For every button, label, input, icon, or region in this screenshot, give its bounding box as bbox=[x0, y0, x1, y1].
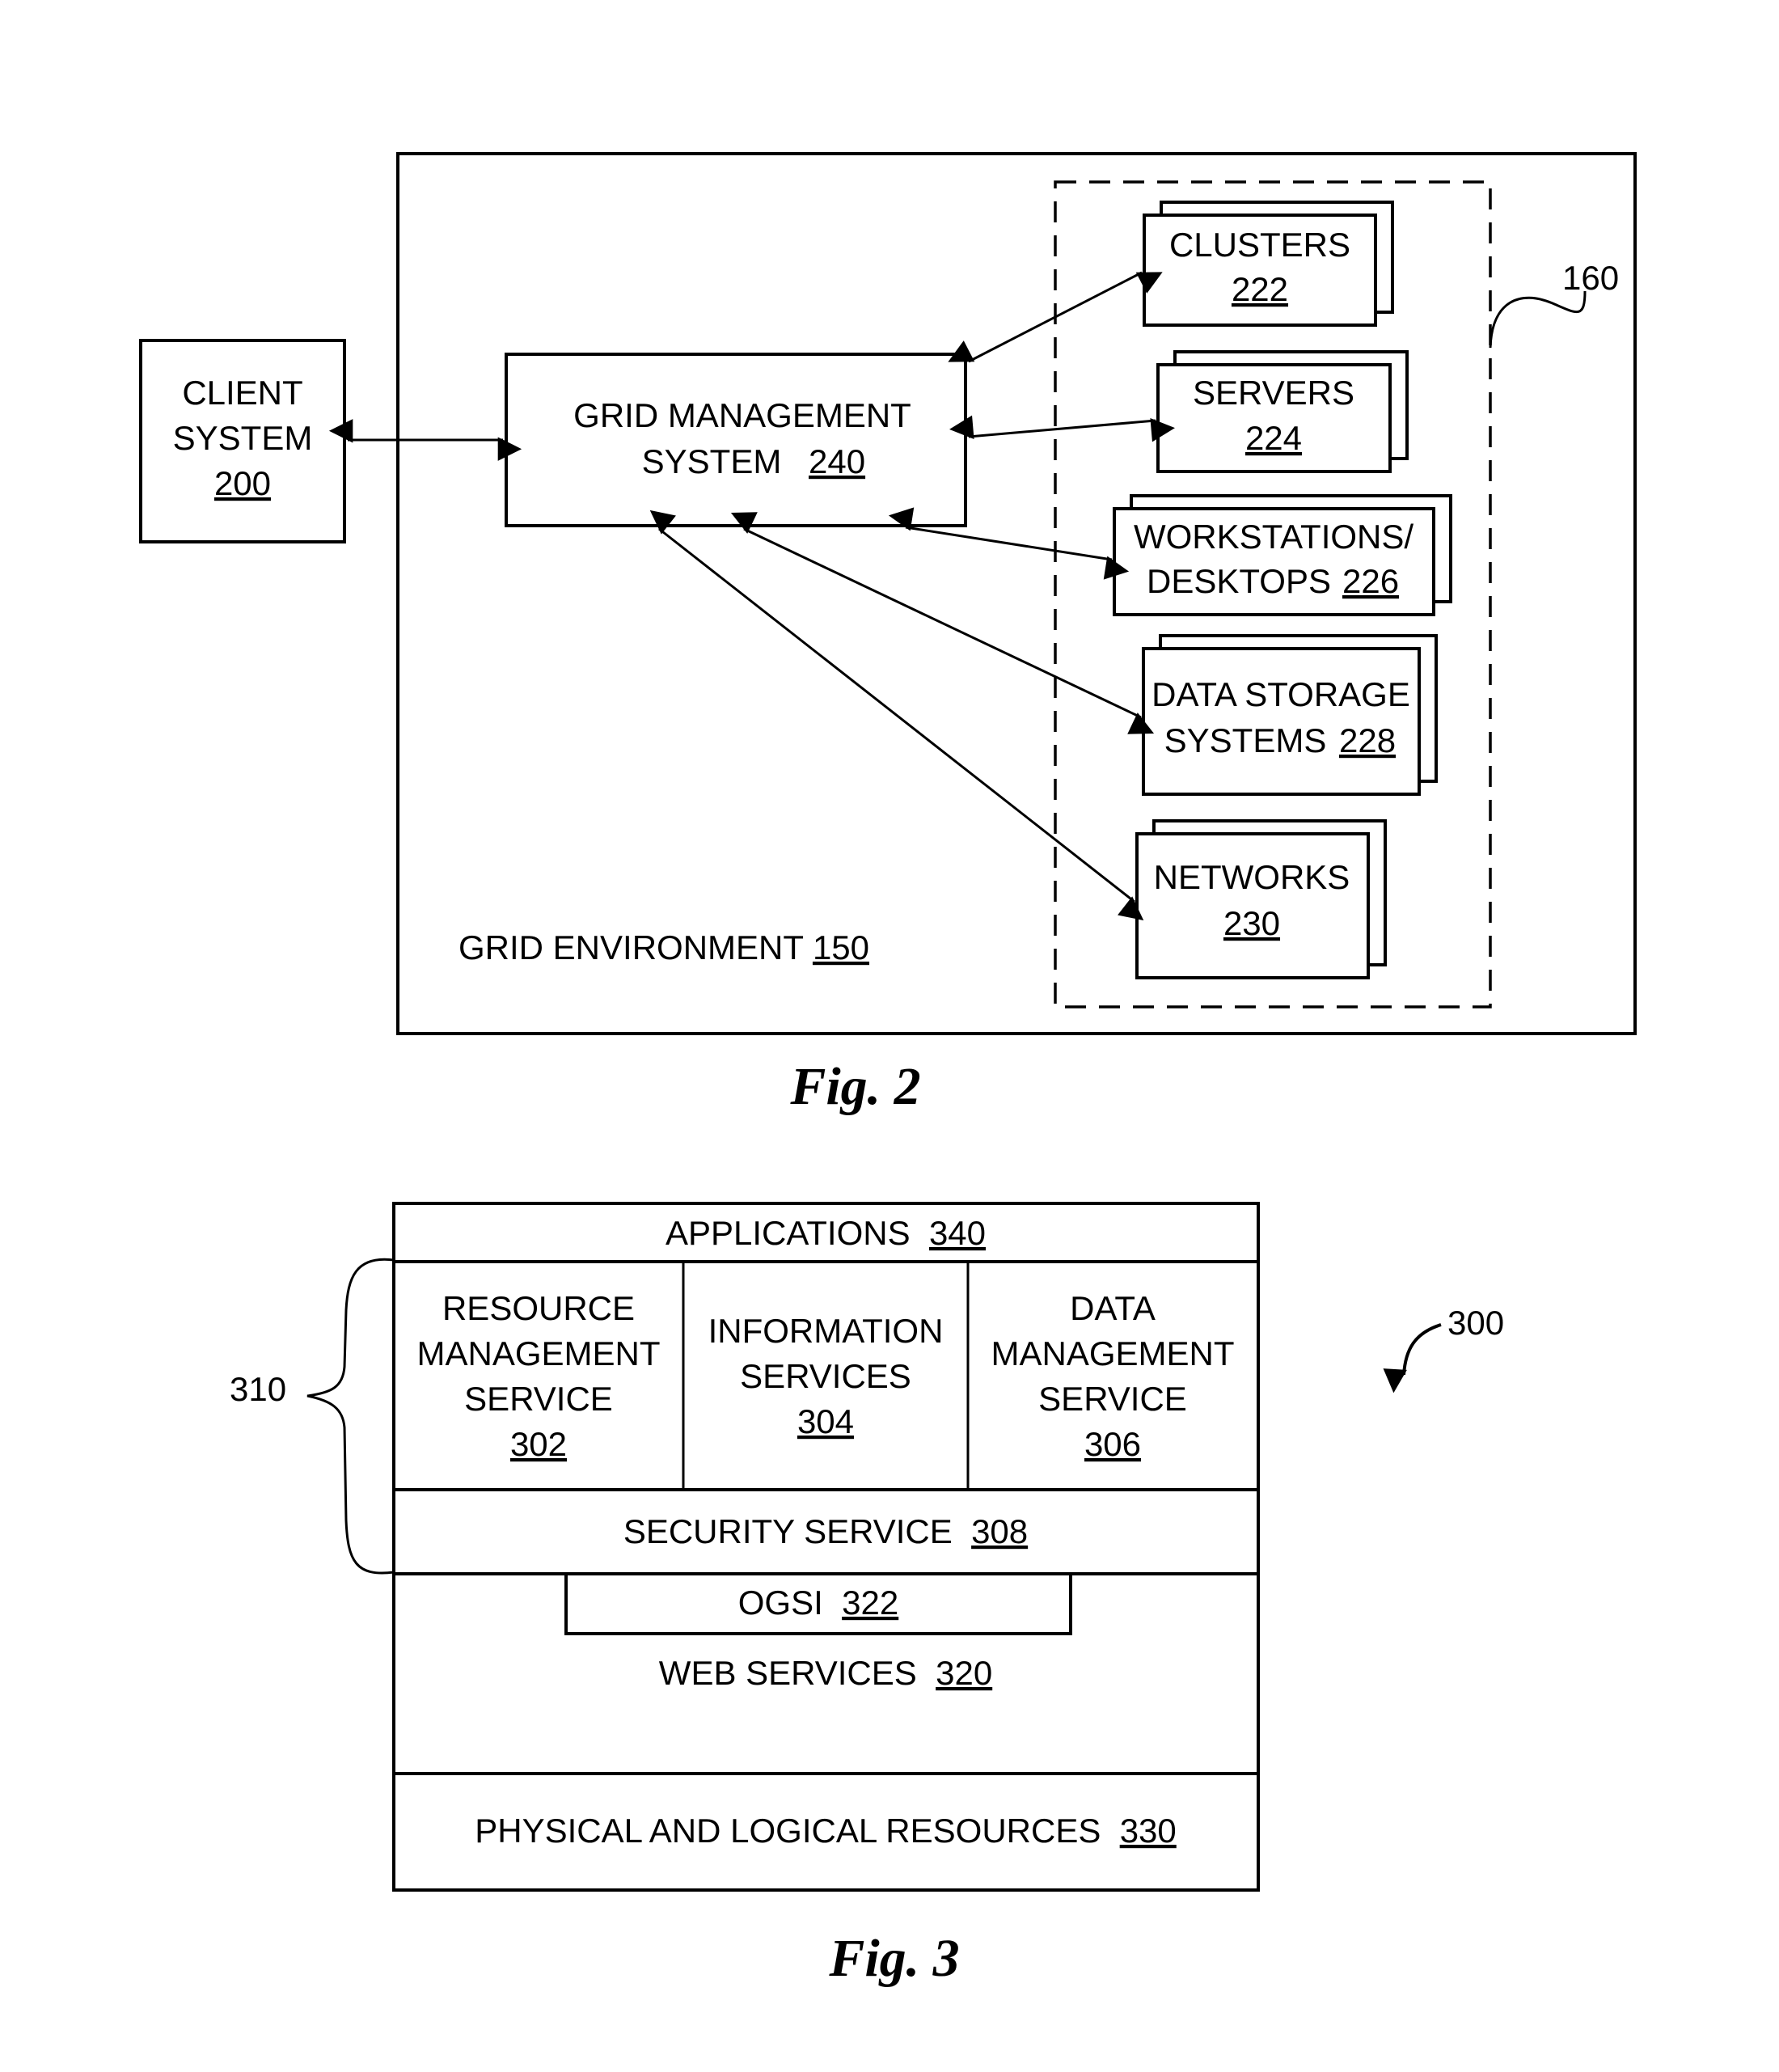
service-group-ref: 310 bbox=[230, 1370, 286, 1408]
networks-label: NETWORKS bbox=[1154, 858, 1350, 896]
client-system-line2: SYSTEM bbox=[173, 419, 313, 457]
ogsi-label: OGSI 322 bbox=[738, 1584, 898, 1622]
rms-line3: SERVICE bbox=[464, 1380, 613, 1418]
architecture-ref: 300 bbox=[1447, 1304, 1504, 1342]
info-ref: 304 bbox=[797, 1402, 854, 1440]
workstations-stack: WORKSTATIONS/ DESKTOPS 226 bbox=[1113, 494, 1452, 616]
data-storage-ref: 228 bbox=[1339, 721, 1396, 759]
architecture-callout-arrow bbox=[1383, 1323, 1442, 1393]
service-group-brace bbox=[306, 1258, 395, 1575]
gms-ref: 240 bbox=[809, 442, 865, 480]
networks-stack: NETWORKS 230 bbox=[1135, 819, 1387, 979]
grid-environment-label: GRID ENVIRONMENT 150 bbox=[458, 928, 869, 966]
dms-ref: 306 bbox=[1084, 1425, 1141, 1463]
fig2-caption: Fig. 2 bbox=[789, 1057, 920, 1116]
web-services-label: WEB SERVICES 320 bbox=[659, 1654, 992, 1692]
info-line2: SERVICES bbox=[740, 1357, 911, 1395]
grid-management-system-box: GRID MANAGEMENT SYSTEM 240 bbox=[505, 353, 967, 527]
physical-resources-label: PHYSICAL AND LOGICAL RESOURCES 330 bbox=[475, 1812, 1177, 1850]
gms-line1: GRID MANAGEMENT bbox=[573, 396, 911, 434]
workstations-ref: 226 bbox=[1342, 562, 1399, 600]
workstations-label-line1: WORKSTATIONS/ bbox=[1134, 518, 1413, 556]
applications-label: APPLICATIONS 340 bbox=[666, 1214, 986, 1252]
client-system-ref: 200 bbox=[214, 464, 271, 502]
security-service-label: SECURITY SERVICE 308 bbox=[623, 1512, 1028, 1550]
dms-line2: MANAGEMENT bbox=[991, 1334, 1234, 1372]
gms-line2: SYSTEM bbox=[642, 442, 782, 480]
dms-line3: SERVICE bbox=[1038, 1380, 1187, 1418]
info-line1: INFORMATION bbox=[708, 1312, 944, 1350]
networks-ref: 230 bbox=[1223, 904, 1280, 942]
fig3: APPLICATIONS 340 RESOURCE MANAGEMENT SER… bbox=[230, 1202, 1504, 1988]
servers-stack: SERVERS 224 bbox=[1156, 350, 1409, 473]
dms-line1: DATA bbox=[1070, 1289, 1156, 1327]
workstations-label-line2: DESKTOPS bbox=[1147, 562, 1331, 600]
data-storage-label-line1: DATA STORAGE bbox=[1151, 675, 1410, 713]
clusters-stack: CLUSTERS 222 bbox=[1143, 201, 1394, 327]
fig3-caption: Fig. 3 bbox=[828, 1929, 959, 1988]
client-system-box: CLIENT SYSTEM 200 bbox=[139, 339, 346, 543]
resource-group-ref: 160 bbox=[1562, 259, 1619, 297]
data-storage-label-line2: SYSTEMS bbox=[1164, 721, 1327, 759]
client-system-line1: CLIENT bbox=[182, 374, 302, 412]
servers-ref: 224 bbox=[1245, 419, 1302, 457]
clusters-ref: 222 bbox=[1232, 270, 1288, 308]
rms-ref: 302 bbox=[510, 1425, 567, 1463]
clusters-label: CLUSTERS bbox=[1169, 226, 1350, 264]
data-storage-stack: DATA STORAGE SYSTEMS 228 bbox=[1142, 634, 1438, 796]
servers-label: SERVERS bbox=[1193, 374, 1354, 412]
rms-line1: RESOURCE bbox=[442, 1289, 635, 1327]
rms-line2: MANAGEMENT bbox=[416, 1334, 660, 1372]
patent-drawing: GRID ENVIRONMENT 150 160 CLIENT SYSTEM 2… bbox=[139, 152, 1637, 1988]
fig2: GRID ENVIRONMENT 150 160 CLIENT SYSTEM 2… bbox=[139, 152, 1637, 1116]
